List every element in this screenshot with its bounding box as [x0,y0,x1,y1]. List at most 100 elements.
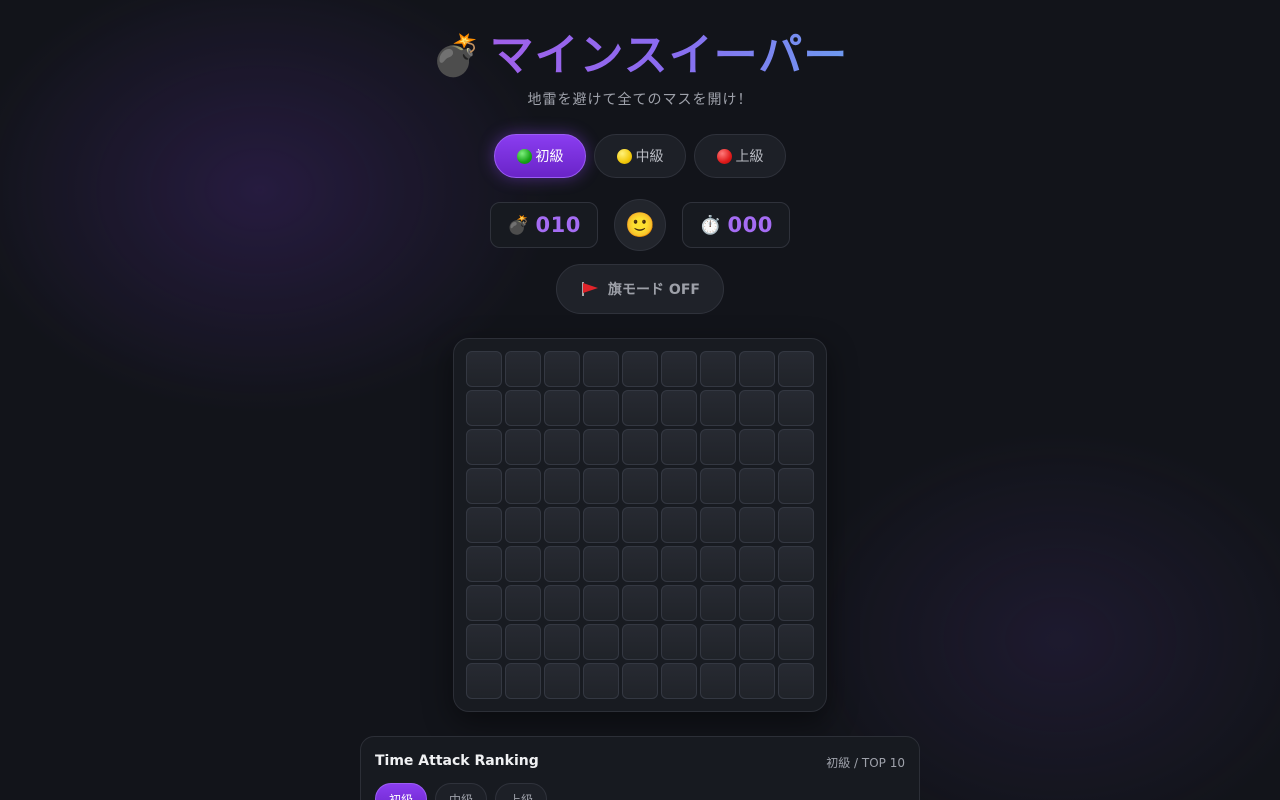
board-cell[interactable] [700,390,736,426]
bomb-icon: 💣 [507,214,530,236]
board-cell[interactable] [739,507,775,543]
board-cell[interactable] [466,585,502,621]
board-cell[interactable] [661,663,697,699]
board-cell[interactable] [466,351,502,387]
board-cell[interactable] [505,390,541,426]
board-cell[interactable] [778,546,814,582]
board-cell[interactable] [466,429,502,465]
board-cell[interactable] [583,351,619,387]
board-cell[interactable] [622,507,658,543]
board-cell[interactable] [661,507,697,543]
board-cell[interactable] [583,546,619,582]
board-cell[interactable] [544,585,580,621]
board-cell[interactable] [505,546,541,582]
board-cell[interactable] [622,429,658,465]
board-cell[interactable] [466,390,502,426]
board-cell[interactable] [583,390,619,426]
board-cell[interactable] [778,351,814,387]
reset-face-button[interactable]: 🙂 [614,199,666,251]
board-cell[interactable] [466,507,502,543]
board-cell[interactable] [700,351,736,387]
board-cell[interactable] [739,351,775,387]
board-cell[interactable] [700,468,736,504]
board-cell[interactable] [583,429,619,465]
board-cell[interactable] [505,624,541,660]
board-cell[interactable] [505,585,541,621]
flag-mode-toggle[interactable]: 旗モード OFF [556,264,724,314]
board-cell[interactable] [622,624,658,660]
board-cell[interactable] [466,624,502,660]
board-cell[interactable] [700,624,736,660]
board-cell[interactable] [700,585,736,621]
board-cell[interactable] [661,468,697,504]
red-flag-icon [582,282,599,296]
board-cell[interactable] [583,663,619,699]
board-cell[interactable] [661,351,697,387]
board-cell[interactable] [778,585,814,621]
board-cell[interactable] [505,351,541,387]
board-cell[interactable] [544,468,580,504]
board-cell[interactable] [622,390,658,426]
difficulty-beginner-button[interactable]: 初級 [494,134,586,178]
board-cell[interactable] [739,546,775,582]
board-cell[interactable] [661,546,697,582]
mine-counter: 💣 010 [490,202,598,248]
difficulty-expert-button[interactable]: 上級 [694,134,786,178]
board-cell[interactable] [466,663,502,699]
board-cell[interactable] [583,507,619,543]
board-cell[interactable] [544,390,580,426]
board-cell[interactable] [544,546,580,582]
board-cell[interactable] [778,429,814,465]
page-subtitle: 地雷を避けて全てのマスを開け！ [527,92,753,108]
board-cell[interactable] [622,585,658,621]
board-cell[interactable] [544,624,580,660]
minefield-grid [466,351,814,699]
board-cell[interactable] [778,663,814,699]
board-cell[interactable] [700,546,736,582]
ranking-tab-intermediate[interactable]: 中級 [435,783,487,800]
board-cell[interactable] [739,468,775,504]
board-cell[interactable] [544,507,580,543]
board-cell[interactable] [700,429,736,465]
game-board [453,338,827,712]
board-cell[interactable] [778,390,814,426]
timer: ⏱️ 000 [682,202,790,248]
board-cell[interactable] [661,390,697,426]
board-cell[interactable] [622,351,658,387]
difficulty-intermediate-button[interactable]: 中級 [594,134,686,178]
board-cell[interactable] [700,663,736,699]
board-cell[interactable] [661,624,697,660]
board-cell[interactable] [505,507,541,543]
board-cell[interactable] [739,390,775,426]
board-cell[interactable] [661,585,697,621]
green-circle-icon [516,148,532,164]
ranking-title: Time Attack Ranking [375,753,539,769]
board-cell[interactable] [544,429,580,465]
board-cell[interactable] [583,468,619,504]
board-cell[interactable] [700,507,736,543]
board-cell[interactable] [661,429,697,465]
board-cell[interactable] [739,624,775,660]
board-cell[interactable] [778,507,814,543]
board-cell[interactable] [505,429,541,465]
red-circle-icon [716,148,732,164]
board-cell[interactable] [622,663,658,699]
board-cell[interactable] [583,585,619,621]
ranking-tab-beginner[interactable]: 初級 [375,783,427,800]
board-cell[interactable] [505,663,541,699]
board-cell[interactable] [583,624,619,660]
board-cell[interactable] [466,468,502,504]
board-cell[interactable] [739,663,775,699]
board-cell[interactable] [739,429,775,465]
board-cell[interactable] [778,624,814,660]
board-cell[interactable] [778,468,814,504]
board-cell[interactable] [544,351,580,387]
board-cell[interactable] [544,663,580,699]
difficulty-label: 初級 [535,149,564,165]
board-cell[interactable] [622,468,658,504]
board-cell[interactable] [466,546,502,582]
ranking-tab-expert[interactable]: 上級 [495,783,547,800]
board-cell[interactable] [505,468,541,504]
board-cell[interactable] [622,546,658,582]
board-cell[interactable] [739,585,775,621]
